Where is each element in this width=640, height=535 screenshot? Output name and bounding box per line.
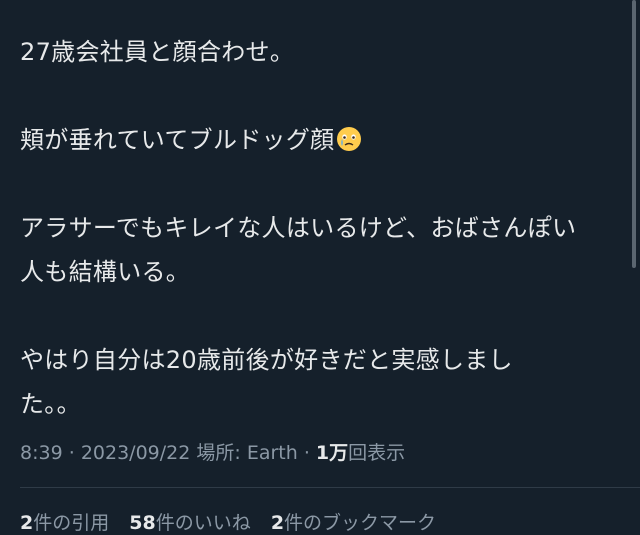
divider [20,487,640,488]
likes-label: 件のいいね [155,512,251,534]
likes-count: 58 [129,512,156,534]
bookmarks-label: 件のブックマーク [284,512,437,534]
tweet-line-gap [20,74,610,118]
tweet-time[interactable]: 8:39 [20,442,63,464]
tweet-stats: 2件の引用 58件のいいね 2件のブックマーク [20,508,450,535]
tweet-line: やはり自分は20歳前後が好きだと実感しまし [20,346,513,374]
tweet-text: 27歳会社員と顔合わせ。 頬が垂れていてブルドッグ顔 アラサーでもキレイな人はい… [20,30,610,426]
tweet-body: 27歳会社員と顔合わせ。 頬が垂れていてブルドッグ顔 アラサーでもキレイな人はい… [20,30,610,426]
tweet-date[interactable]: 2023/09/22 [81,442,191,464]
views-label: 回表示 [348,442,406,464]
views-count: 1万 [315,442,349,464]
bookmarks-count: 2 [270,512,285,534]
tweet-meta: 8:39 · 2023/09/22 場所: Earth · 1万回表示 [20,438,405,465]
tweet-location[interactable]: 場所: Earth [196,442,297,464]
tweet-line: 人も結構いる。 [20,258,191,286]
tweet-line-text: 頬が垂れていてブルドッグ顔 [20,126,335,154]
meta-separator: · [303,442,310,464]
likes-link[interactable]: 58件のいいね [129,508,250,535]
quotes-label: 件の引用 [33,512,110,534]
tweet-line: アラサーでもキレイな人はいるけど、おばさんぽい [20,214,577,242]
tweet-line: た。。 [20,390,81,418]
quotes-link[interactable]: 2件の引用 [20,508,109,535]
quotes-count: 2 [20,512,34,534]
face-holding-back-tears-icon [337,127,362,151]
tweet-line-gap [20,294,610,338]
bookmarks-link[interactable]: 2件のブックマーク [271,508,436,535]
meta-separator: · [68,442,75,464]
tweet-line-gap [20,162,610,206]
scrollbar[interactable] [632,0,636,268]
tweet-line: 27歳会社員と顔合わせ。 [20,38,295,66]
tweet-line: 頬が垂れていてブルドッグ顔 [20,118,610,162]
